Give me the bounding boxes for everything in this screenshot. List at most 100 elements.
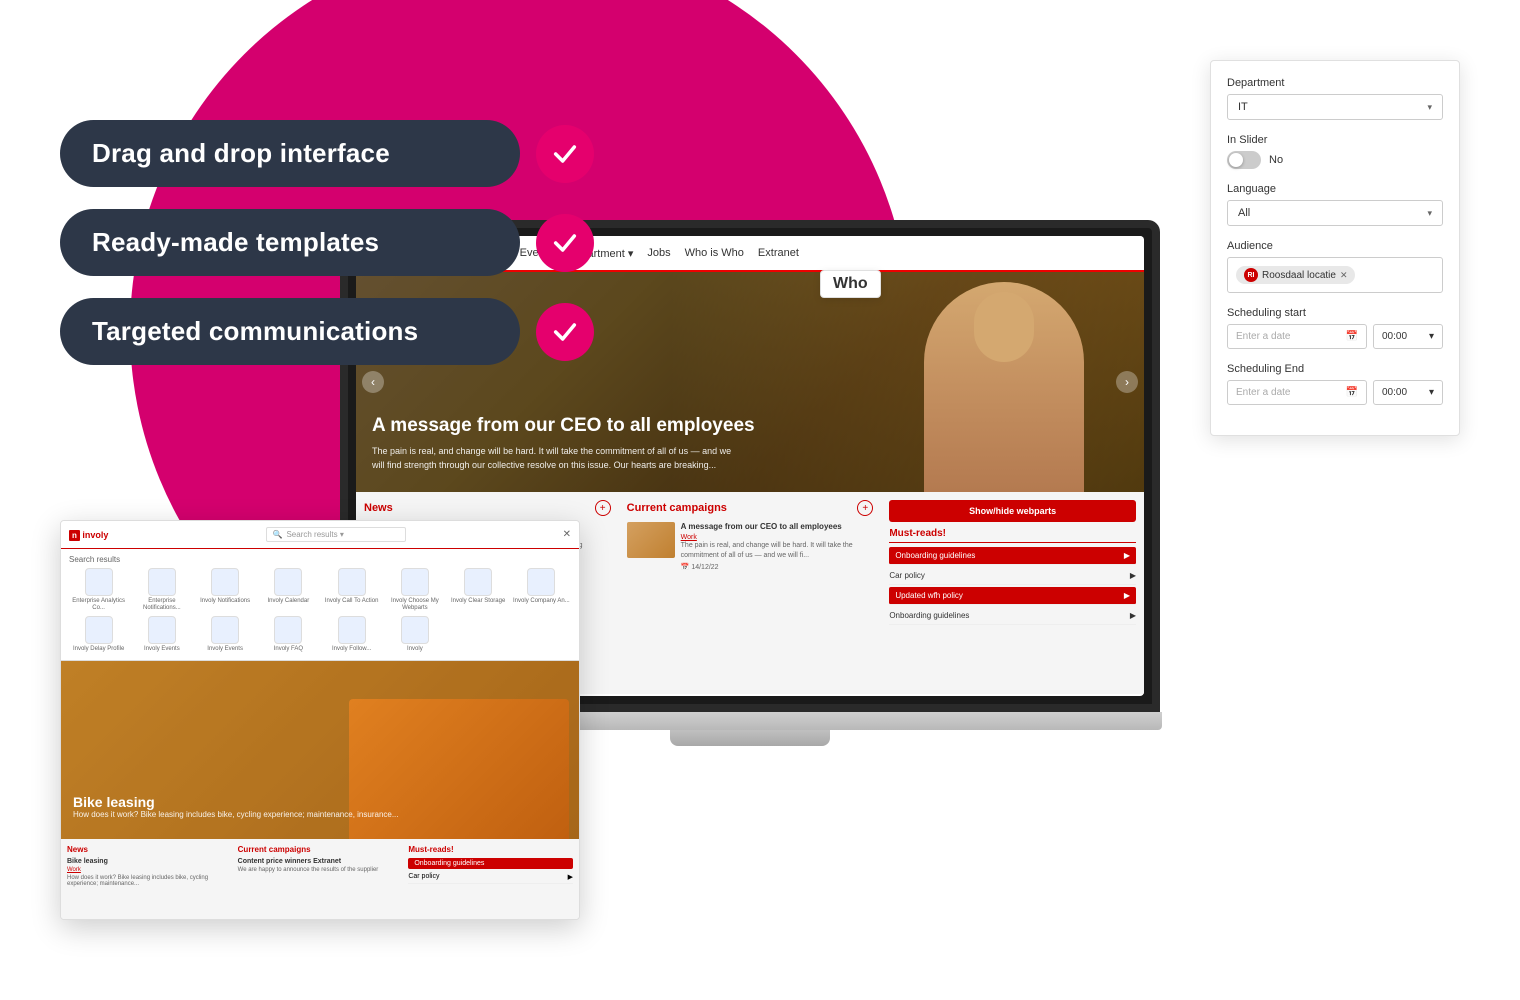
campaign-item-title: A message from our CEO to all employees [681,522,874,532]
nav-item-jobs[interactable]: Jobs [647,247,670,260]
tablet-hero-subtitle: How does it work? Bike leasing includes … [73,810,399,819]
campaign-item-desc: The pain is real, and change will be har… [681,541,874,561]
search-result-8[interactable]: Involy Company An... [512,568,571,612]
news-header: News + [364,500,611,516]
tablet-campaign-item-title: Content price winners Extranet [238,858,403,865]
must-read-item-4[interactable]: Onboarding guidelines ▶ [889,607,1136,625]
search-result-1[interactable]: Enterprise Analytics Co... [69,568,128,612]
check-icon-drag-drop [536,125,594,183]
campaign-info: A message from our CEO to all employees … [681,522,874,573]
must-read-icon-2: ▶ [1130,571,1136,580]
search-results-label: Search results ▾ [286,530,343,539]
search-result-label-5: Involy Call To Action [325,598,379,605]
scheduling-start-field: Scheduling start Enter a date 📅 00:00 ▾ [1227,307,1443,349]
who-label: Who [820,270,881,298]
must-read-item-2[interactable]: Car policy ▶ [889,567,1136,585]
search-result-9[interactable]: Involy Delay Profile [69,616,128,653]
must-read-icon-4: ▶ [1130,611,1136,620]
campaign-item-category[interactable]: Work [681,534,874,541]
search-icon: 🔍 [273,530,283,539]
scheduling-end-label: Scheduling End [1227,363,1443,375]
feature-label-communications: Targeted communications [60,298,520,365]
hero-next-arrow[interactable]: › [1116,371,1138,393]
must-read-label-4: Onboarding guidelines [889,611,969,620]
search-result-icon-8 [527,568,555,596]
scheduling-start-time-input[interactable]: 00:00 ▾ [1373,324,1443,349]
search-result-label-8: Involy Company An... [513,598,570,605]
audience-box[interactable]: RI Roosdaal locatie ✕ [1227,257,1443,293]
feature-label-drag-drop: Drag and drop interface [60,120,520,187]
must-read-label-3: Updated wfh policy [895,591,963,600]
scheduling-end-row: Enter a date 📅 00:00 ▾ [1227,380,1443,405]
search-result-icon-6 [401,568,429,596]
search-result-label-2: Enterprise Notifications... [132,598,191,612]
search-result-label-12: Involy FAQ [274,646,303,653]
audience-tag-label: Roosdaal locatie [1262,270,1336,281]
search-result-4[interactable]: Involy Calendar [259,568,318,612]
search-result-3[interactable]: Involy Notifications [196,568,255,612]
news-add-icon[interactable]: + [595,500,611,516]
search-result-7[interactable]: Involy Clear Storage [449,568,508,612]
audience-field: Audience RI Roosdaal locatie ✕ [1227,240,1443,293]
search-result-label-4: Involy Calendar [268,598,310,605]
hero-title: A message from our CEO to all employees [372,414,755,439]
search-result-14[interactable]: Involy [385,616,444,653]
language-select[interactable]: All ▾ [1227,200,1443,226]
nav-item-extranet[interactable]: Extranet [758,247,799,260]
must-read-item-1[interactable]: Onboarding guidelines ▶ [889,547,1136,565]
campaigns-header: Current campaigns + [627,500,874,516]
department-select[interactable]: IT ▾ [1227,94,1443,120]
search-result-13[interactable]: Involy Follow... [322,616,381,653]
scheduling-start-label: Scheduling start [1227,307,1443,319]
in-slider-label: In Slider [1227,134,1443,146]
tablet-onboarding-btn[interactable]: Onboarding guidelines [408,858,573,869]
hero-prev-arrow[interactable]: ‹ [362,371,384,393]
search-result-label-10: Involy Events [144,646,180,653]
search-result-6[interactable]: Involy Choose My Webparts [385,568,444,612]
tablet-news-item-desc: How does it work? Bike leasing includes … [67,875,232,887]
must-reads-column: Show/hide webparts Must-reads! Onboardin… [881,492,1144,694]
audience-tag-close-icon[interactable]: ✕ [1340,270,1348,281]
chevron-down-icon-time1: ▾ [1429,331,1434,342]
must-read-item-3[interactable]: Updated wfh policy ▶ [889,587,1136,605]
campaign-thumbnail [627,522,675,558]
tablet-close-icon[interactable]: ✕ [563,529,571,540]
show-hide-webparts-button[interactable]: Show/hide webparts [889,500,1136,522]
search-overlay: Search results Enterprise Analytics Co..… [61,549,579,661]
tablet-search-input[interactable]: 🔍 Search results ▾ [266,527,406,542]
in-slider-toggle-row: No [1227,151,1443,169]
scheduling-start-date-input[interactable]: Enter a date 📅 [1227,324,1367,349]
search-grid: Enterprise Analytics Co... Enterprise No… [69,568,571,612]
tablet-car-policy[interactable]: Car policy ▶ [408,871,573,884]
search-result-label-3: Involy Notifications [200,598,250,605]
tablet-car-policy-label: Car policy [408,873,439,881]
search-result-10[interactable]: Involy Events [132,616,191,653]
check-icon-templates [536,214,594,272]
campaigns-icon[interactable]: + [857,500,873,516]
hero-person-image [924,282,1084,492]
nav-item-who-is-who[interactable]: Who is Who [685,247,744,260]
search-result-12[interactable]: Involy FAQ [259,616,318,653]
search-result-2[interactable]: Enterprise Notifications... [132,568,191,612]
tablet-news-item-link[interactable]: Work [67,867,232,873]
tablet-content: News Bike leasing Work How does it work?… [61,839,579,919]
tablet-mockup: n involy 🔍 Search results ▾ ✕ Search res… [60,520,580,920]
tablet-news-col: News Bike leasing Work How does it work?… [67,845,232,913]
campaigns-column: Current campaigns + A message from our C… [619,492,882,694]
search-result-icon-12 [274,616,302,644]
search-grid-2: Involy Delay Profile Involy Events Invol… [69,616,571,653]
search-result-5[interactable]: Involy Call To Action [322,568,381,612]
scheduling-end-date-input[interactable]: Enter a date 📅 [1227,380,1367,405]
tablet-campaign-item-desc: We are happy to announce the results of … [238,867,403,873]
audience-tag: RI Roosdaal locatie ✕ [1236,266,1355,284]
scheduling-end-time-input[interactable]: 00:00 ▾ [1373,380,1443,405]
campaigns-title: Current campaigns [627,502,727,514]
tablet-news-title: News [67,845,232,854]
search-result-label-6: Involy Choose My Webparts [385,598,444,612]
in-slider-value: No [1269,154,1283,166]
search-result-icon-9 [85,616,113,644]
search-result-11[interactable]: Involy Events [196,616,255,653]
search-result-icon-13 [338,616,366,644]
tablet-header: n involy 🔍 Search results ▾ ✕ [61,521,579,549]
in-slider-toggle[interactable] [1227,151,1261,169]
